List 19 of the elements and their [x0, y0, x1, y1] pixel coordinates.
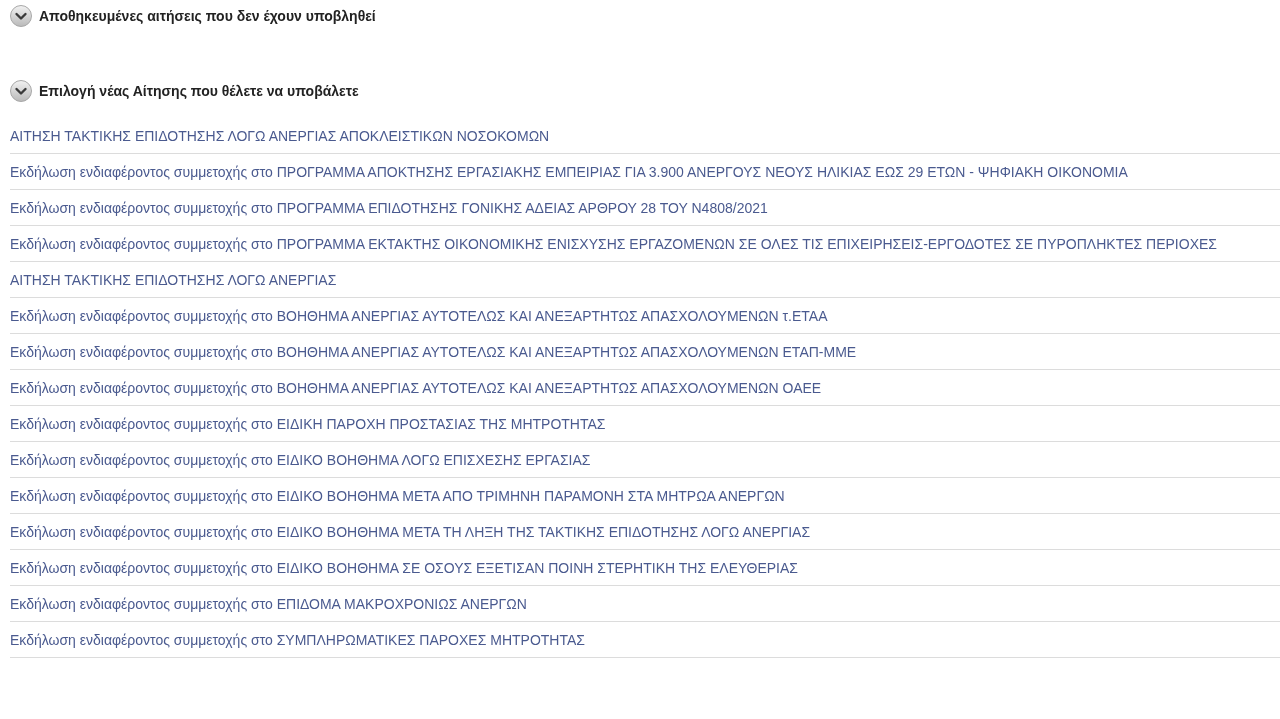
application-link[interactable]: Εκδήλωση ενδιαφέροντος συμμετοχής στο ΕΙΔΙΚΟ ΒΟΗΘΗΜΑ ΜΕΤΑ ΑΠΟ ΤΡΙΜΗΝΗ ΠΑΡΑΜΟΝΗ ΣΤΑ ΜΗΤΡΩΑ ΑΝΕΡΓΩΝ	[10, 487, 785, 504]
section-title: Επιλογή νέας Αίτησης που θέλετε να υποβάλετε	[39, 83, 359, 99]
application-link[interactable]: Εκδήλωση ενδιαφέροντος συμμετοχής στο ΕΙΔΙΚΟ ΒΟΗΘΗΜΑ ΣΕ ΟΣΟΥΣ ΕΞΕΤΙΣΑΝ ΠΟΙΝΗ ΣΤΕΡΗΤΙΚΗ ΤΗΣ ΕΛΕΥΘΕΡΙΑΣ	[10, 559, 798, 576]
section-title: Αποθηκευμένες αιτήσεις που δεν έχουν υποβληθεί	[39, 8, 376, 24]
application-link[interactable]: Εκδήλωση ενδιαφέροντος συμμετοχής στο ΠΡΟΓΡΑΜΜΑ ΕΠΙΔΟΤΗΣΗΣ ΓΟΝΙΚΗΣ ΑΔΕΙΑΣ ΑΡΘΡΟΥ 28 ΤΟΥ Ν4808/2021	[10, 199, 768, 216]
application-link[interactable]: Εκδήλωση ενδιαφέροντος συμμετοχής στο ΒΟΗΘΗΜΑ ΑΝΕΡΓΙΑΣ ΑΥΤΟΤΕΛΩΣ ΚΑΙ ΑΝΕΞΑΡΤΗΤΩΣ ΑΠΑΣΧΟΛΟΥΜΕΝΩΝ ΕΤΑΠ-ΜΜΕ	[10, 343, 857, 360]
application-link[interactable]: Εκδήλωση ενδιαφέροντος συμμετοχής στο ΕΙΔΙΚΗ ΠΑΡΟΧΗ ΠΡΟΣΤΑΣΙΑΣ ΤΗΣ ΜΗΤΡΟΤΗΤΑΣ	[10, 415, 606, 432]
application-link[interactable]: Εκδήλωση ενδιαφέροντος συμμετοχής στο ΕΠΙΔΟΜΑ ΜΑΚΡΟΧΡΟΝΙΩΣ ΑΝΕΡΓΩΝ	[10, 595, 527, 612]
application-link[interactable]: Εκδήλωση ενδιαφέροντος συμμετοχής στο ΠΡΟΓΡΑΜΜΑ ΑΠΟΚΤΗΣΗΣ ΕΡΓΑΣΙΑΚΗΣ ΕΜΠΕΙΡΙΑΣ ΓΙΑ 3.900 ΑΝΕΡΓΟΥΣ ΝΕΟΥΣ ΗΛΙΚΙΑΣ ΕΩΣ 29 ΕΤΩΝ - ΨΗΦΙΑΚΗ ΟΙΚΟΝΟΜΙΑ	[10, 163, 1128, 180]
application-link[interactable]: Εκδήλωση ενδιαφέροντος συμμετοχής στο ΒΟΗΘΗΜΑ ΑΝΕΡΓΙΑΣ ΑΥΤΟΤΕΛΩΣ ΚΑΙ ΑΝΕΞΑΡΤΗΤΩΣ ΑΠΑΣΧΟΛΟΥΜΕΝΩΝ ΟΑΕΕ	[10, 379, 822, 396]
application-link[interactable]: ΑΙΤΗΣΗ ΤΑΚΤΙΚΗΣ ΕΠΙΔΟΤΗΣΗΣ ΛΟΓΩ ΑΝΕΡΓΙΑΣ	[10, 271, 337, 288]
application-link[interactable]: Εκδήλωση ενδιαφέροντος συμμετοχής στο ΠΡΟΓΡΑΜΜΑ ΕΚΤΑΚΤΗΣ ΟΙΚΟΝΟΜΙΚΗΣ ΕΝΙΣΧΥΣΗΣ ΕΡΓΑΖΟΜΕΝΩΝ ΣΕ ΟΛΕΣ ΤΙΣ ΕΠΙΧΕΙΡΗΣΕΙΣ-ΕΡΓΟΔΟΤΕΣ ΣΕ ΠΥΡΟΠΛΗΚΤΕΣ ΠΕΡΙΟΧΕΣ	[10, 235, 1217, 252]
application-link[interactable]: ΑΙΤΗΣΗ ΤΑΚΤΙΚΗΣ ΕΠΙΔΟΤΗΣΗΣ ΛΟΓΩ ΑΝΕΡΓΙΑΣ ΑΠΟΚΛΕΙΣΤΙΚΩΝ ΝΟΣΟΚΟΜΩΝ	[10, 127, 550, 144]
application-link[interactable]: Εκδήλωση ενδιαφέροντος συμμετοχής στο ΕΙΔΙΚΟ ΒΟΗΘΗΜΑ ΜΕΤΑ ΤΗ ΛΗΞΗ ΤΗΣ ΤΑΚΤΙΚΗΣ ΕΠΙΔΟΤΗΣΗΣ ΛΟΓΩ ΑΝΕΡΓΙΑΣ	[10, 523, 811, 540]
application-link[interactable]: Εκδήλωση ενδιαφέροντος συμμετοχής στο ΣΥΜΠΛΗΡΩΜΑΤΙΚΕΣ ΠΑΡΟΧΕΣ ΜΗΤΡΟΤΗΤΑΣ	[10, 631, 585, 648]
application-link[interactable]: Εκδήλωση ενδιαφέροντος συμμετοχής στο ΕΙΔΙΚΟ ΒΟΗΘΗΜΑ ΛΟΓΩ ΕΠΙΣΧΕΣΗΣ ΕΡΓΑΣΙΑΣ	[10, 451, 591, 468]
chevron-down-icon[interactable]	[10, 5, 32, 27]
chevron-down-icon[interactable]	[10, 80, 32, 102]
application-link[interactable]: Εκδήλωση ενδιαφέροντος συμμετοχής στο ΒΟΗΘΗΜΑ ΑΝΕΡΓΙΑΣ ΑΥΤΟΤΕΛΩΣ ΚΑΙ ΑΝΕΞΑΡΤΗΤΩΣ ΑΠΑΣΧΟΛΟΥΜΕΝΩΝ τ.ΕΤΑΑ	[10, 307, 828, 324]
